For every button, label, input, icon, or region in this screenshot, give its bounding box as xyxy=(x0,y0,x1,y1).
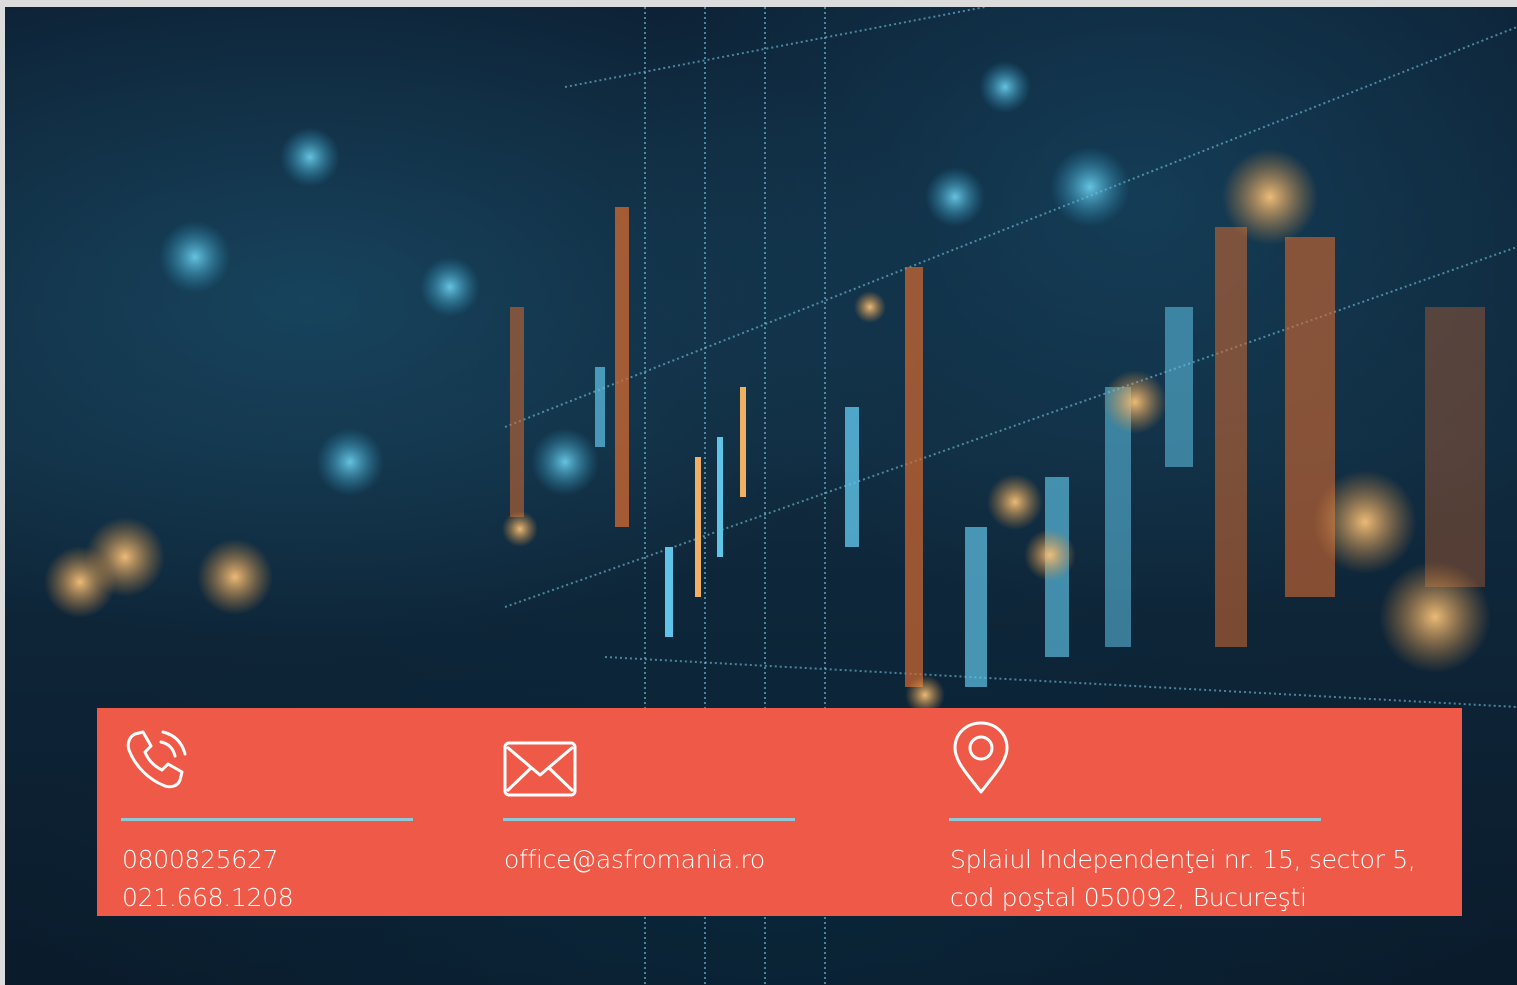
phone-icon xyxy=(121,724,191,799)
phone-numbers: 0800825627 021.668.1208 xyxy=(122,841,294,917)
phone-divider xyxy=(121,818,413,821)
address-divider xyxy=(949,818,1321,821)
phone-number-1[interactable]: 0800825627 xyxy=(122,841,293,879)
page: 0800825627 021.668.1208 office@asfromani… xyxy=(5,7,1517,985)
contact-email: office@asfromania.ro xyxy=(503,708,803,916)
contact-band: 0800825627 021.668.1208 office@asfromani… xyxy=(97,708,1462,916)
email-address-block: office@asfromania.ro xyxy=(504,841,765,879)
envelope-icon xyxy=(503,741,577,802)
contact-address: Splaiul Independenţei nr. 15, sector 5, … xyxy=(949,708,1459,916)
email-divider xyxy=(503,818,795,821)
address-block: Splaiul Independenţei nr. 15, sector 5, … xyxy=(950,841,1416,917)
address-line-1: Splaiul Independenţei nr. 15, sector 5, xyxy=(950,845,1416,874)
address-line-2: cod poştal 050092, Bucureşti xyxy=(950,883,1307,912)
map-pin-icon xyxy=(951,720,1011,801)
email-link[interactable]: office@asfromania.ro xyxy=(504,841,765,879)
phone-number-2[interactable]: 021.668.1208 xyxy=(122,879,294,917)
contact-phone: 0800825627 021.668.1208 xyxy=(121,708,421,916)
